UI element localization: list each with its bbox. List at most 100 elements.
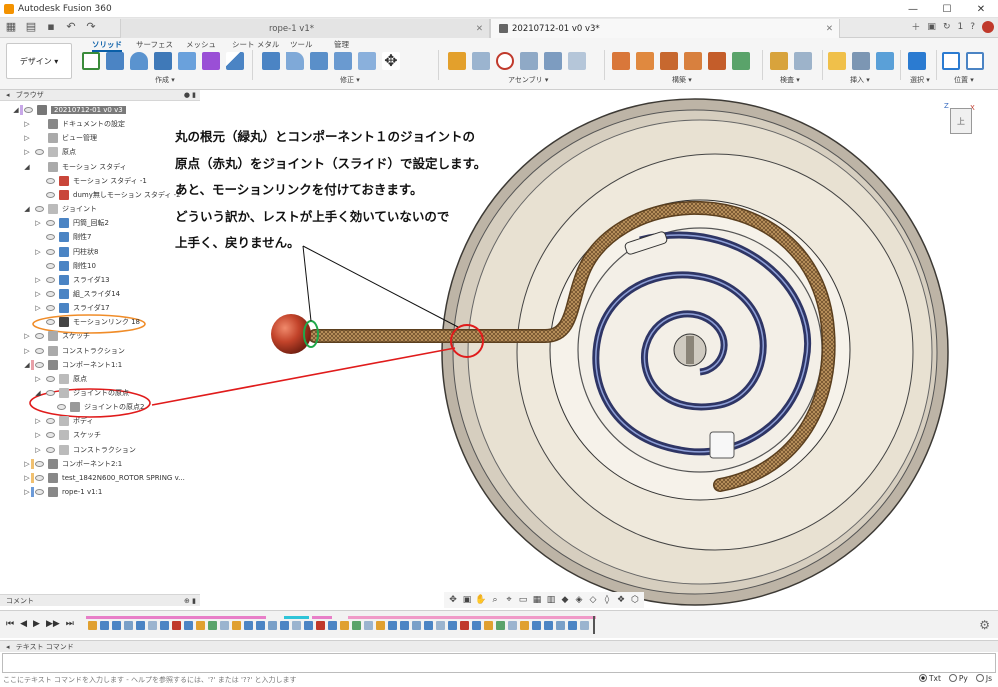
- timeline-feature-icon[interactable]: [388, 621, 397, 630]
- visibility-eye-icon[interactable]: [46, 276, 55, 283]
- collapsed-caret-icon[interactable]: ▷: [23, 460, 31, 468]
- collapse-icon[interactable]: ◂: [6, 643, 10, 651]
- visibility-eye-icon[interactable]: [35, 489, 44, 496]
- render-2-icon[interactable]: ◈: [573, 594, 585, 606]
- browser-tree-item[interactable]: ◢ ジョイント: [0, 202, 200, 216]
- visibility-eye-icon[interactable]: [35, 474, 44, 481]
- text-command-output[interactable]: [2, 653, 996, 673]
- comment-toggle-icon[interactable]: ⊕ ▮: [184, 595, 196, 607]
- timeline-feature-icon[interactable]: [148, 621, 157, 630]
- visibility-eye-icon[interactable]: [46, 191, 55, 198]
- collapsed-caret-icon[interactable]: ▷: [34, 417, 42, 425]
- timeline-feature-icon[interactable]: [508, 621, 517, 630]
- render-6-icon[interactable]: ⬡: [629, 594, 641, 606]
- visibility-eye-icon[interactable]: [46, 177, 55, 184]
- timeline-feature-icon[interactable]: [232, 621, 241, 630]
- timeline-feature-icon[interactable]: [472, 621, 481, 630]
- browser-tree-item[interactable]: dumy無しモーション スタディ -2: [0, 188, 200, 202]
- browser-tree-item[interactable]: ▷ 原点: [0, 372, 200, 386]
- timeline-feature-icon[interactable]: [364, 621, 373, 630]
- step-back-icon[interactable]: ◀: [20, 619, 27, 629]
- browser-tree-item[interactable]: ◢ 20210712-01 v0 v3: [0, 103, 200, 117]
- browser-tree-item[interactable]: ▷ 組_スライダ14: [0, 287, 200, 301]
- timeline-feature-icon[interactable]: [424, 621, 433, 630]
- visibility-eye-icon[interactable]: [46, 234, 55, 241]
- timeline-feature-icon[interactable]: [196, 621, 205, 630]
- timeline-feature-icon[interactable]: [352, 621, 361, 630]
- browser-tree-item[interactable]: モーションリンク 18: [0, 315, 200, 329]
- visibility-eye-icon[interactable]: [35, 460, 44, 467]
- timeline-feature-icon[interactable]: [568, 621, 577, 630]
- browser-tree-item[interactable]: ▷ スライダ17: [0, 301, 200, 315]
- timeline-feature-icon[interactable]: [580, 621, 589, 630]
- browser-tree-item[interactable]: ▷ コンポーネント2:1: [0, 457, 200, 471]
- collapsed-caret-icon[interactable]: ▷: [23, 120, 31, 128]
- visibility-eye-icon[interactable]: [46, 418, 55, 425]
- collapse-icon[interactable]: ◂: [6, 91, 10, 99]
- go-to-end-icon[interactable]: ⏭: [66, 619, 74, 629]
- timeline-feature-icon[interactable]: [532, 621, 541, 630]
- timeline-feature-icon[interactable]: [160, 621, 169, 630]
- timeline-feature-icon[interactable]: [112, 621, 121, 630]
- collapsed-caret-icon[interactable]: ▷: [23, 347, 31, 355]
- step-forward-icon[interactable]: ▶▶: [46, 619, 60, 629]
- browser-tree-item[interactable]: ▷ 円柱状8: [0, 245, 200, 259]
- go-to-start-icon[interactable]: ⏮: [6, 619, 14, 629]
- option-txt[interactable]: Txt: [918, 674, 941, 683]
- render-3-icon[interactable]: ◇: [587, 594, 599, 606]
- timeline-feature-icon[interactable]: [292, 621, 301, 630]
- browser-tree-item[interactable]: ▷ 円筒_回転2: [0, 216, 200, 230]
- timeline-feature-icon[interactable]: [556, 621, 565, 630]
- browser-tree-item[interactable]: ▷ スケッチ: [0, 428, 200, 442]
- collapsed-caret-icon[interactable]: ▷: [34, 446, 42, 454]
- browser-tree-item[interactable]: ▷ スライダ13: [0, 273, 200, 287]
- option-py[interactable]: Py: [948, 674, 968, 683]
- visibility-eye-icon[interactable]: [35, 206, 44, 213]
- timeline-feature-icon[interactable]: [316, 621, 325, 630]
- timeline-feature-icon[interactable]: [436, 621, 445, 630]
- expanded-caret-icon[interactable]: ◢: [23, 361, 31, 369]
- pin-icon[interactable]: ● ▮: [184, 90, 196, 101]
- timeline-feature-icon[interactable]: [88, 621, 97, 630]
- zoom-icon[interactable]: ⌕: [489, 594, 501, 606]
- visibility-eye-icon[interactable]: [46, 220, 55, 227]
- collapsed-caret-icon[interactable]: ▷: [34, 431, 42, 439]
- option-js[interactable]: Js: [975, 674, 992, 683]
- browser-tree-item[interactable]: ジョイントの原点2: [0, 400, 200, 414]
- browser-tree-item[interactable]: ▷ ビュー管理: [0, 131, 200, 145]
- collapsed-caret-icon[interactable]: ▷: [34, 248, 42, 256]
- render-4-icon[interactable]: ◊: [601, 594, 613, 606]
- collapsed-caret-icon[interactable]: ▷: [23, 488, 31, 496]
- timeline-marker[interactable]: [593, 616, 595, 634]
- collapsed-caret-icon[interactable]: ▷: [34, 304, 42, 312]
- comments-panel[interactable]: コメント ⊕ ▮: [0, 594, 200, 606]
- expanded-caret-icon[interactable]: ◢: [23, 205, 31, 213]
- visibility-eye-icon[interactable]: [46, 446, 55, 453]
- render-5-icon[interactable]: ❖: [615, 594, 627, 606]
- browser-tree-item[interactable]: 剛性10: [0, 259, 200, 273]
- visibility-eye-icon[interactable]: [35, 361, 44, 368]
- display-settings-icon[interactable]: ▭: [517, 594, 529, 606]
- timeline-feature-icon[interactable]: [304, 621, 313, 630]
- timeline-feature-icon[interactable]: [172, 621, 181, 630]
- timeline-feature-icon[interactable]: [208, 621, 217, 630]
- timeline-feature-icon[interactable]: [520, 621, 529, 630]
- timeline-feature-icon[interactable]: [268, 621, 277, 630]
- collapsed-caret-icon[interactable]: ▷: [23, 332, 31, 340]
- timeline-feature-icon[interactable]: [220, 621, 229, 630]
- timeline-feature-icon[interactable]: [100, 621, 109, 630]
- browser-tree-item[interactable]: ▷ rope-1 v1:1: [0, 485, 200, 499]
- browser-tree-item[interactable]: ▷ 原点: [0, 145, 200, 159]
- browser-tree-item[interactable]: 剛性7: [0, 230, 200, 244]
- fit-icon[interactable]: ⌖: [503, 594, 515, 606]
- grid-icon[interactable]: ▦: [531, 594, 543, 606]
- orbit-icon[interactable]: ✥: [447, 594, 459, 606]
- browser-tree-item[interactable]: ▷ ボディ: [0, 414, 200, 428]
- visibility-eye-icon[interactable]: [46, 390, 55, 396]
- browser-tree-item[interactable]: ◢ コンポーネント1:1: [0, 358, 200, 372]
- visibility-eye-icon[interactable]: [57, 404, 66, 411]
- timeline-feature-icon[interactable]: [448, 621, 457, 630]
- browser-tree-item[interactable]: ◢ ジョイントの原点: [0, 386, 200, 400]
- visibility-eye-icon[interactable]: [46, 305, 55, 312]
- view-cube[interactable]: Z X 上: [944, 102, 978, 140]
